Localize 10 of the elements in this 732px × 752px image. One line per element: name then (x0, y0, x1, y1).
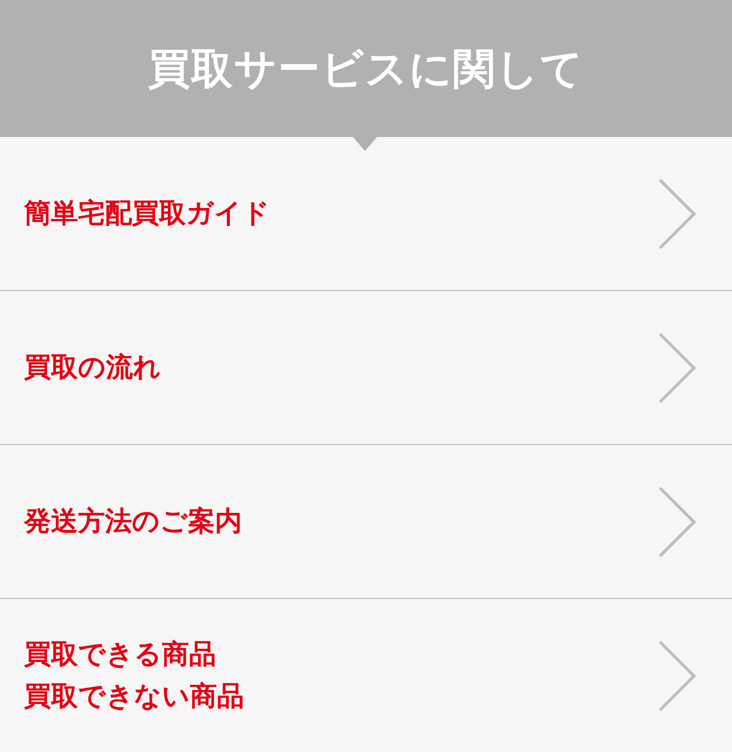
menu-item-label: 買取できる商品 (24, 638, 217, 672)
menu-item-label: 買取の流れ (24, 350, 161, 385)
header-title: 買取サービスに関して (148, 42, 584, 94)
chevron-right-icon (658, 178, 698, 250)
menu-item-label: 発送方法のご案内 (24, 504, 242, 539)
chevron-right-icon (658, 332, 698, 404)
menu-item-label: 簡単宅配買取ガイド (24, 196, 270, 231)
chevron-right-icon (658, 486, 698, 558)
chevron-right-icon (658, 640, 698, 712)
menu-item-label: 買取できない商品 (24, 680, 244, 714)
